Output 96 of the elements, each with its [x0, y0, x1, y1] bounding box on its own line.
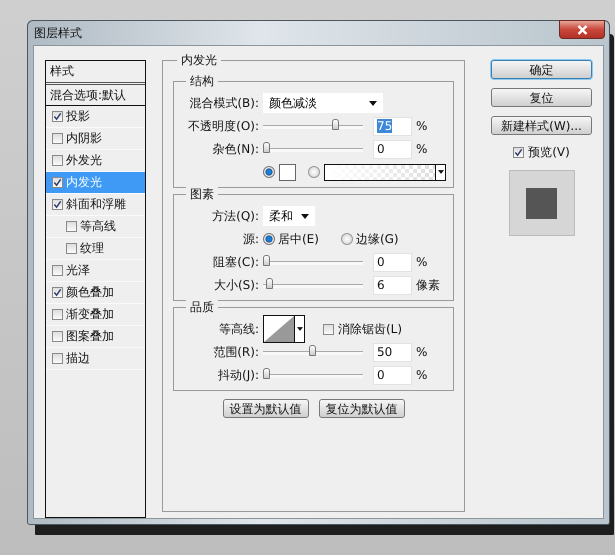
caret-icon	[369, 100, 377, 106]
close-icon	[576, 24, 588, 34]
group-title: 结构	[186, 74, 218, 88]
preview-square	[526, 188, 557, 218]
style-item[interactable]: 等高线	[46, 216, 145, 238]
input-field[interactable]: 0	[373, 252, 412, 272]
input-field[interactable]: 50	[373, 342, 412, 362]
checkbox[interactable]	[52, 111, 63, 122]
style-label: 外发光	[66, 152, 102, 169]
radio-button[interactable]	[340, 233, 353, 245]
caret-icon	[301, 214, 309, 218]
style-label: 斜面和浮雕	[66, 196, 126, 213]
input-field[interactable]: 75	[373, 116, 412, 136]
slider-thumb[interactable]	[263, 255, 270, 266]
default-button[interactable]: 复位为默认值	[318, 399, 404, 418]
checkbox[interactable]	[323, 324, 334, 334]
caret-icon	[296, 327, 302, 331]
style-label: 描边	[66, 350, 90, 367]
radio-label: 居中(E)	[278, 230, 319, 248]
slider-thumb[interactable]	[266, 278, 273, 289]
contour-picker[interactable]	[263, 315, 305, 343]
styles-header: 样式	[46, 61, 145, 85]
style-item[interactable]: 颜色叠加	[46, 282, 145, 304]
unit-label: %	[416, 119, 428, 133]
field-label: 杂色(N):	[212, 140, 259, 158]
style-item[interactable]: 描边	[46, 348, 145, 370]
style-item[interactable]: 光泽	[46, 260, 145, 282]
window-title: 图层样式	[34, 24, 82, 42]
checkbox[interactable]	[52, 199, 63, 210]
slider-thumb[interactable]	[332, 119, 339, 130]
default-button[interactable]: 设置为默认值	[222, 399, 308, 418]
color-swatch[interactable]	[279, 164, 296, 180]
style-item[interactable]: 混合选项:默认	[46, 85, 145, 106]
checkbox[interactable]	[52, 265, 63, 276]
field-label: 抖动(J):	[217, 366, 259, 384]
style-label: 内阴影	[66, 130, 102, 147]
checkbox[interactable]	[52, 331, 63, 342]
slider-thumb[interactable]	[309, 345, 316, 356]
style-label: 渐变叠加	[66, 306, 114, 323]
dropdown[interactable]: 颜色减淡	[263, 93, 383, 113]
slider-thumb[interactable]	[263, 142, 270, 153]
style-label: 等高线	[80, 218, 116, 235]
gradient-picker[interactable]	[324, 164, 446, 180]
checkbox[interactable]	[66, 221, 77, 232]
style-item[interactable]: 图案叠加	[46, 326, 145, 348]
unit-label: 像素	[416, 276, 440, 294]
checkbox[interactable]	[52, 287, 63, 298]
dialog-button[interactable]: 复位	[491, 88, 592, 107]
style-label: 颜色叠加	[66, 284, 114, 301]
style-item[interactable]: 投影	[46, 106, 145, 128]
dialog-button[interactable]: 新建样式(W)...	[491, 116, 592, 135]
checkbox[interactable]	[513, 147, 524, 158]
group-title: 品质	[186, 300, 218, 314]
style-item[interactable]: 渐变叠加	[46, 304, 145, 326]
radio-button[interactable]	[308, 166, 320, 178]
style-item[interactable]: 斜面和浮雕	[46, 194, 145, 216]
style-label: 光泽	[66, 262, 90, 279]
field-label: 不透明度(O):	[187, 118, 259, 134]
field-label: 方法(Q):	[211, 208, 259, 224]
group-title: 图素	[186, 187, 218, 201]
slider-thumb[interactable]	[263, 368, 270, 379]
style-label: 内发光	[66, 174, 102, 191]
field-label: 混合模式(B):	[188, 94, 259, 112]
preview-label: 预览(V)	[528, 144, 570, 161]
field-label: 范围(R):	[212, 344, 259, 360]
input-field[interactable]: 6	[373, 276, 412, 294]
field-label: 源:	[242, 230, 259, 248]
radio-button[interactable]	[263, 233, 275, 245]
unit-label: %	[416, 368, 428, 382]
style-label: 图案叠加	[66, 328, 114, 345]
checkbox[interactable]	[66, 243, 77, 254]
checkbox[interactable]	[52, 177, 63, 188]
style-item[interactable]: 内阴影	[46, 128, 145, 150]
close-button[interactable]	[559, 20, 605, 39]
input-field[interactable]: 0	[373, 140, 412, 158]
unit-label: %	[416, 255, 428, 269]
field-label: 大小(S):	[212, 276, 259, 294]
dropdown[interactable]: 柔和	[263, 206, 315, 226]
field-label: 等高线:	[218, 320, 259, 338]
checkbox[interactable]	[52, 133, 63, 144]
style-item[interactable]: 纹理	[46, 238, 145, 260]
caret-icon	[438, 170, 444, 174]
input-field[interactable]: 0	[373, 366, 412, 384]
checkbox[interactable]	[52, 309, 63, 320]
checkbox[interactable]	[52, 353, 63, 364]
dialog-button[interactable]: 确定	[491, 60, 592, 79]
style-label: 纹理	[80, 240, 104, 257]
unit-label: %	[416, 345, 428, 359]
checkbox-label: 消除锯齿(L)	[338, 320, 402, 338]
group-title: 内发光	[177, 53, 221, 67]
checkbox[interactable]	[52, 155, 63, 166]
style-label: 投影	[66, 108, 90, 125]
field-label: 阻塞(C):	[212, 254, 259, 270]
radio-label: 边缘(G)	[356, 230, 399, 248]
radio-button[interactable]	[263, 166, 275, 178]
unit-label: %	[416, 142, 428, 156]
